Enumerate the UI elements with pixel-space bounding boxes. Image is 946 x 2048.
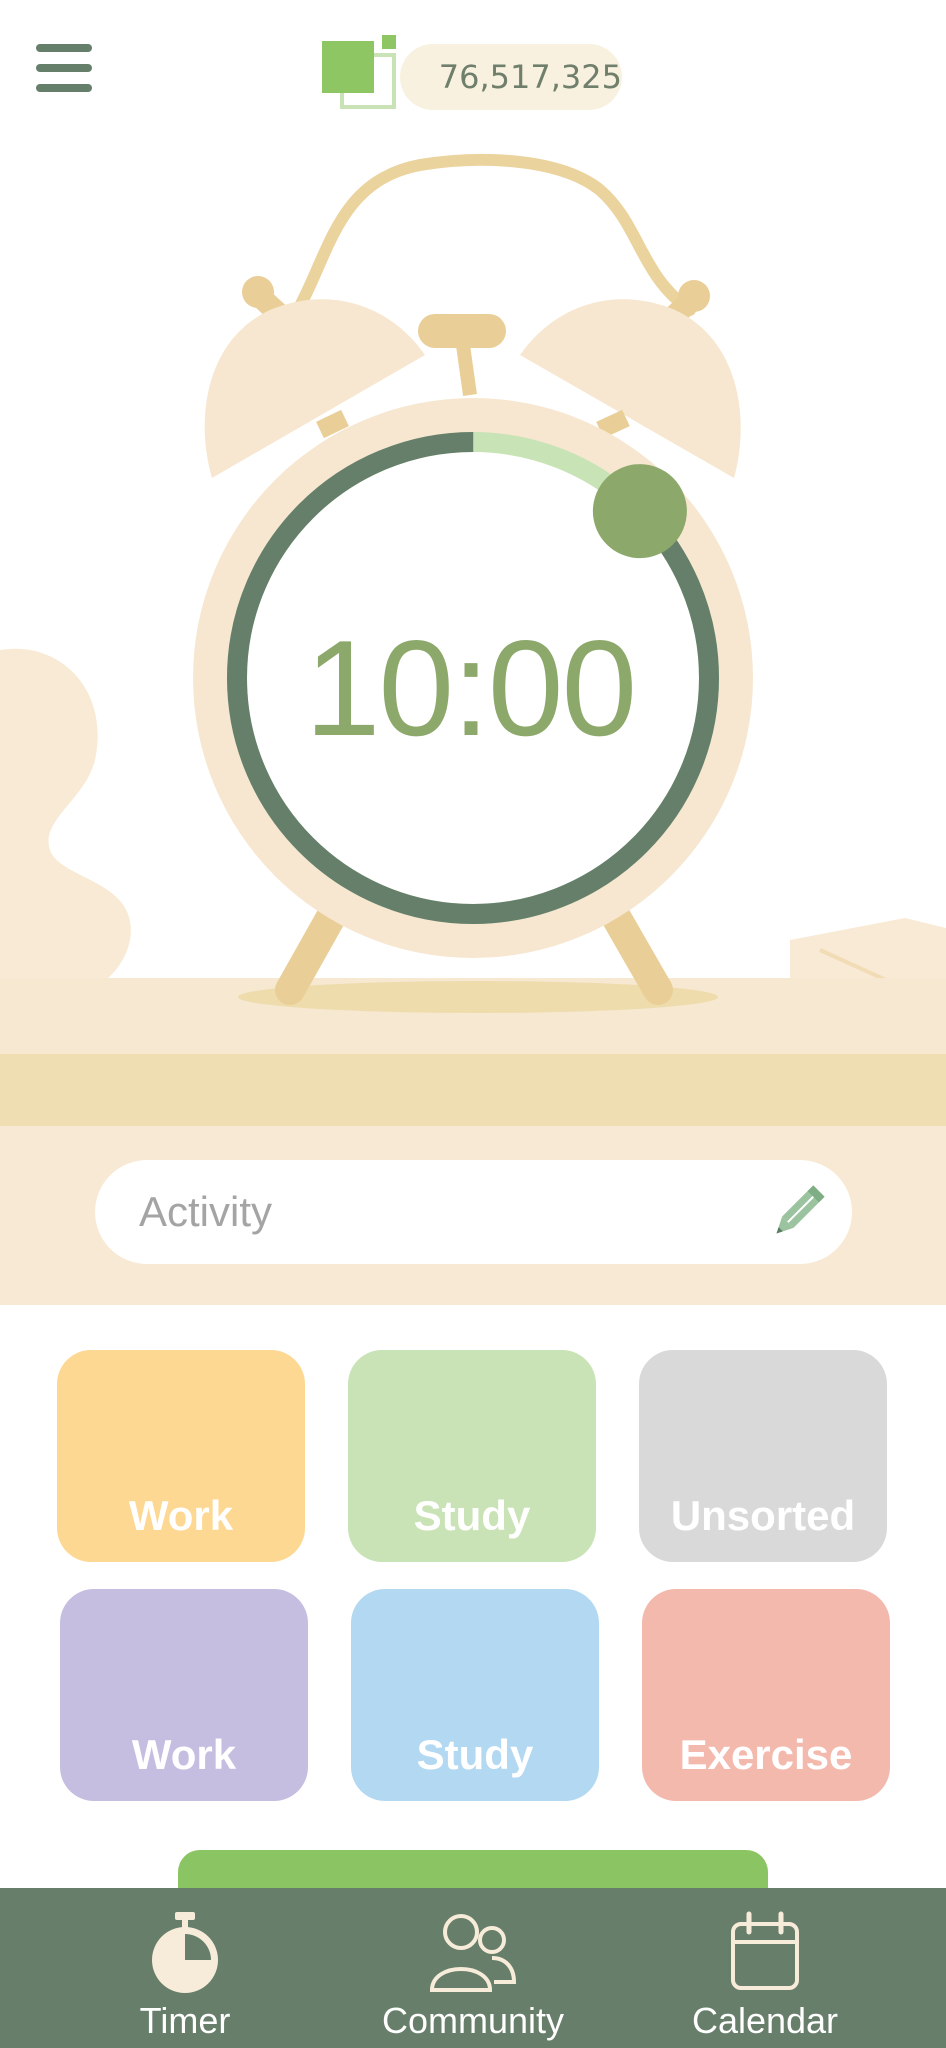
category-tile[interactable]: Work: [57, 1350, 305, 1562]
stopwatch-icon: [152, 1912, 218, 1993]
people-icon: [429, 1914, 517, 1992]
category-tile[interactable]: Work: [60, 1589, 308, 1801]
nav-label-timer: Timer: [139, 2000, 231, 2041]
category-tile[interactable]: Study: [351, 1589, 599, 1801]
category-tile[interactable]: Unsorted: [639, 1350, 887, 1562]
category-label: Exercise: [679, 1731, 853, 1778]
coin-squares-icon: [322, 35, 396, 109]
hamburger-menu-icon-bar: [36, 64, 92, 72]
nav-tab-calendar[interactable]: Calendar: [690, 1888, 840, 2048]
hamburger-menu-icon-bar: [36, 84, 92, 92]
activity-field[interactable]: [95, 1160, 852, 1264]
menu-button[interactable]: [34, 42, 94, 102]
nav-label-calendar: Calendar: [691, 2000, 839, 2041]
category-label: Unsorted: [670, 1492, 856, 1539]
category-tile[interactable]: Exercise: [642, 1589, 890, 1801]
nav-tab-timer[interactable]: Timer: [110, 1888, 260, 2048]
activity-input[interactable]: [137, 1187, 701, 1237]
nav-label-community: Community: [381, 2000, 565, 2041]
timer-drag-handle[interactable]: [592, 464, 687, 559]
nav-tab-community[interactable]: Community: [368, 1888, 578, 2048]
category-label: Study: [413, 1492, 531, 1539]
category-label: Study: [416, 1731, 534, 1778]
coin-balance-pill[interactable]: 76,517,325: [400, 44, 622, 110]
category-tile[interactable]: Study: [348, 1350, 596, 1562]
category-label: Work: [131, 1731, 237, 1778]
bottom-nav: Timer Community Calendar: [0, 1888, 946, 2048]
calendar-icon: [731, 1911, 799, 1990]
hamburger-menu-icon: [36, 44, 92, 52]
category-label: Work: [128, 1492, 234, 1539]
pencil-icon[interactable]: [764, 1180, 830, 1246]
coin-balance: 76,517,325: [438, 58, 622, 96]
timer-display: 10:00: [304, 612, 637, 764]
